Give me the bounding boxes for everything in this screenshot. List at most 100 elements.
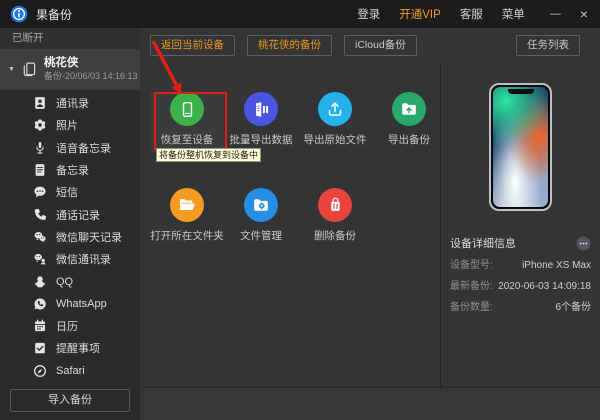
sms-icon xyxy=(33,185,47,199)
action-label: 文件管理 xyxy=(224,228,298,243)
notes-icon xyxy=(33,163,47,177)
sidebar-item-label: 通讯录 xyxy=(56,95,89,111)
sidebar-item-label: 微信通讯录 xyxy=(56,251,111,267)
minimize-icon[interactable]: — xyxy=(550,8,561,20)
sidebar-item-sms[interactable]: 短信 xyxy=(0,181,140,203)
device-model-value: iPhone XS Max xyxy=(522,255,591,276)
device-info: 设备详细信息 设备型号: iPhone XS Max 最新备份: 2020-06… xyxy=(441,235,600,318)
sidebar-item-label: 日历 xyxy=(56,318,78,334)
action-label: 删除备份 xyxy=(298,228,372,243)
action-open-folder[interactable]: 打开所在文件夹 xyxy=(150,188,224,248)
device-info-header: 设备详细信息 xyxy=(450,235,591,251)
login-button[interactable]: 登录 xyxy=(357,6,380,22)
sidebar-item-label: 短信 xyxy=(56,184,78,200)
sidebar-item-qq[interactable]: QQ xyxy=(0,270,140,292)
action-label: 恢复至设备 xyxy=(150,132,224,147)
back-to-device-button[interactable]: 返回当前设备 xyxy=(150,35,235,56)
file-manager-icon xyxy=(244,188,278,222)
sidebar-item-label: QQ xyxy=(56,276,73,288)
backup-count-row: 备份数量: 6个备份 xyxy=(450,297,591,318)
backup-count-value: 6个备份 xyxy=(555,297,591,318)
action-label: 导出原始文件 xyxy=(298,132,372,147)
action-export-backup[interactable]: 导出备份 xyxy=(372,92,446,152)
latest-backup-value: 2020-06-03 14:09:18 xyxy=(498,276,591,297)
tab-icloud-backup[interactable]: iCloud备份 xyxy=(344,35,417,56)
action-label: 导出备份 xyxy=(372,132,446,147)
action-batch-export[interactable]: 批量导出数据 xyxy=(224,92,298,152)
sidebar-item-label: 提醒事项 xyxy=(56,340,100,356)
action-file-manager[interactable]: 文件管理 xyxy=(224,188,298,248)
iphone-wallpaper xyxy=(493,87,548,207)
sidebar-item-whatsapp[interactable]: WhatsApp xyxy=(0,293,140,315)
toolbar: 返回当前设备 桃花侠的备份 iCloud备份 任务列表 xyxy=(140,28,600,62)
device-info-title: 设备详细信息 xyxy=(450,235,516,251)
bottom-strip xyxy=(140,387,600,420)
tooltip: 将备份整机恢复到设备中 xyxy=(156,148,261,162)
iphone-notch xyxy=(508,89,534,94)
batch-export-icon xyxy=(244,92,278,126)
sidebar-item-contacts[interactable]: 通讯录 xyxy=(0,92,140,114)
titlebar: 果备份 登录 开通VIP 客服 菜单 — × xyxy=(0,0,600,28)
content-row: 恢复至设备 批量导出数据 导出原始文件 xyxy=(140,62,600,388)
sidebar-item-voice-memos[interactable]: 语音备忘录 xyxy=(0,137,140,159)
device-name: 桃花侠 xyxy=(44,57,138,70)
sidebar-item-reminders[interactable]: 提醒事项 xyxy=(0,337,140,359)
app-logo-icon xyxy=(10,5,28,23)
device-model-row: 设备型号: iPhone XS Max xyxy=(450,255,591,276)
device-texts: 桃花侠 备份-20/06/03 14:16:13 xyxy=(44,57,138,82)
import-backup-button[interactable]: 导入备份 xyxy=(10,389,130,412)
sidebar-item-photos[interactable]: 照片 xyxy=(0,114,140,136)
task-list-button[interactable]: 任务列表 xyxy=(516,35,580,56)
whatsapp-icon xyxy=(33,297,47,311)
device-stack-icon xyxy=(21,61,37,78)
app-title: 果备份 xyxy=(36,6,72,23)
open-folder-icon xyxy=(170,188,204,222)
vip-button[interactable]: 开通VIP xyxy=(399,6,441,22)
app-window: 果备份 登录 开通VIP 客服 菜单 — × 已断开 ▼ 桃花侠 备份-20/0… xyxy=(0,0,600,420)
safari-icon xyxy=(33,364,47,378)
sidebar-item-label: Safari xyxy=(56,365,85,377)
backup-count-label: 备份数量: xyxy=(450,297,493,318)
sidebar-item-calendar[interactable]: 日历 xyxy=(0,315,140,337)
sidebar-item-label: 照片 xyxy=(56,117,78,133)
calendar-icon xyxy=(33,319,47,333)
action-export-original[interactable]: 导出原始文件 xyxy=(298,92,372,152)
action-restore-to-device[interactable]: 恢复至设备 xyxy=(150,92,224,152)
voice-memo-icon xyxy=(33,141,47,155)
action-label: 打开所在文件夹 xyxy=(150,228,224,243)
sidebar: 已断开 ▼ 桃花侠 备份-20/06/03 14:16:13 通讯录 照片 xyxy=(0,28,140,420)
reminders-icon xyxy=(33,341,47,355)
iphone-image xyxy=(489,83,552,211)
qq-icon xyxy=(33,275,47,289)
device-row[interactable]: ▼ 桃花侠 备份-20/06/03 14:16:13 xyxy=(0,49,140,90)
sidebar-item-wechat-contacts[interactable]: 微信通讯录 xyxy=(0,248,140,270)
sidebar-item-wechat-chat[interactable]: 微信聊天记录 xyxy=(0,226,140,248)
sidebar-item-call-log[interactable]: 通话记录 xyxy=(0,203,140,225)
chevron-down-icon[interactable]: ▼ xyxy=(8,66,15,73)
sidebar-item-label: 备忘录 xyxy=(56,162,89,178)
photos-icon xyxy=(33,118,47,132)
device-model-label: 设备型号: xyxy=(450,255,493,276)
restore-device-icon xyxy=(170,92,204,126)
menu-button[interactable]: 菜单 xyxy=(502,6,525,22)
sidebar-item-label: 通话记录 xyxy=(56,207,100,223)
wechat-chat-icon xyxy=(33,230,47,244)
action-grid: 恢复至设备 批量导出数据 导出原始文件 xyxy=(140,62,441,388)
device-backup-info: 备份-20/06/03 14:16:13 xyxy=(44,71,138,82)
delete-backup-icon xyxy=(318,188,352,222)
tab-device-backup[interactable]: 桃花侠的备份 xyxy=(247,35,332,56)
latest-backup-row: 最新备份: 2020-06-03 14:09:18 xyxy=(450,276,591,297)
sidebar-item-safari[interactable]: Safari xyxy=(0,360,140,382)
sidebar-item-notes[interactable]: 备忘录 xyxy=(0,159,140,181)
more-options-icon[interactable] xyxy=(576,236,591,251)
support-button[interactable]: 客服 xyxy=(460,6,483,22)
latest-backup-label: 最新备份: xyxy=(450,276,493,297)
sidebar-item-label: 语音备忘录 xyxy=(56,140,111,156)
action-label: 批量导出数据 xyxy=(224,132,298,147)
titlebar-menu: 登录 开通VIP 客服 菜单 — × xyxy=(357,6,588,22)
connection-status: 已断开 xyxy=(0,28,140,49)
export-original-icon xyxy=(318,92,352,126)
action-delete-backup[interactable]: 删除备份 xyxy=(298,188,372,248)
sidebar-category-list: 通讯录 照片 语音备忘录 备忘录 短信 通话记录 xyxy=(0,90,140,382)
close-icon[interactable]: × xyxy=(580,6,588,22)
